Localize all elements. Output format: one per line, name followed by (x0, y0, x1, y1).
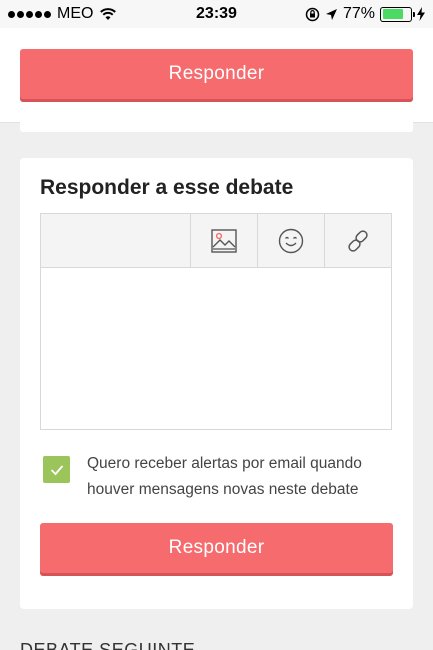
insert-link-button[interactable] (324, 214, 391, 267)
insert-image-button[interactable] (190, 214, 257, 267)
insert-emoji-button[interactable] (257, 214, 324, 267)
battery-percent: 77% (342, 5, 375, 22)
email-alert-option: Quero receber alertas por email quando h… (43, 455, 383, 503)
location-arrow-icon (325, 8, 337, 20)
submit-reply-button-label: Responder (168, 537, 265, 558)
email-alert-checkbox[interactable] (43, 456, 70, 483)
wifi-icon (100, 8, 117, 20)
checkmark-icon (50, 464, 63, 475)
next-debate-heading: DEBATE SEGUINTE (20, 640, 196, 650)
status-bar-right: 77% (305, 5, 425, 23)
reply-card-title: Responder a esse debate (40, 176, 294, 199)
previous-card-edge (20, 122, 413, 132)
rotation-lock-icon (305, 7, 320, 21)
status-bar-left: MEO (8, 5, 117, 23)
editor-toolbar (41, 214, 391, 268)
reply-top-button[interactable]: Responder (20, 49, 413, 99)
carrier-label: MEO (57, 5, 94, 22)
battery-icon (380, 6, 415, 22)
reply-editor (40, 213, 392, 430)
submit-reply-button[interactable]: Responder (40, 523, 393, 573)
link-icon (348, 229, 368, 252)
reply-top-button-label: Responder (168, 63, 265, 84)
email-alert-label: Quero receber alertas por email quando h… (87, 455, 362, 498)
signal-dots-icon (8, 10, 51, 18)
image-icon (211, 228, 237, 253)
battery-fill (382, 9, 404, 19)
reply-textarea[interactable] (41, 268, 391, 429)
emoji-icon (278, 228, 304, 253)
charging-bolt-icon (417, 7, 425, 21)
status-bar: MEO 23:39 77% (0, 0, 433, 28)
reply-card: Responder a esse debate Quero receber al… (20, 158, 413, 609)
